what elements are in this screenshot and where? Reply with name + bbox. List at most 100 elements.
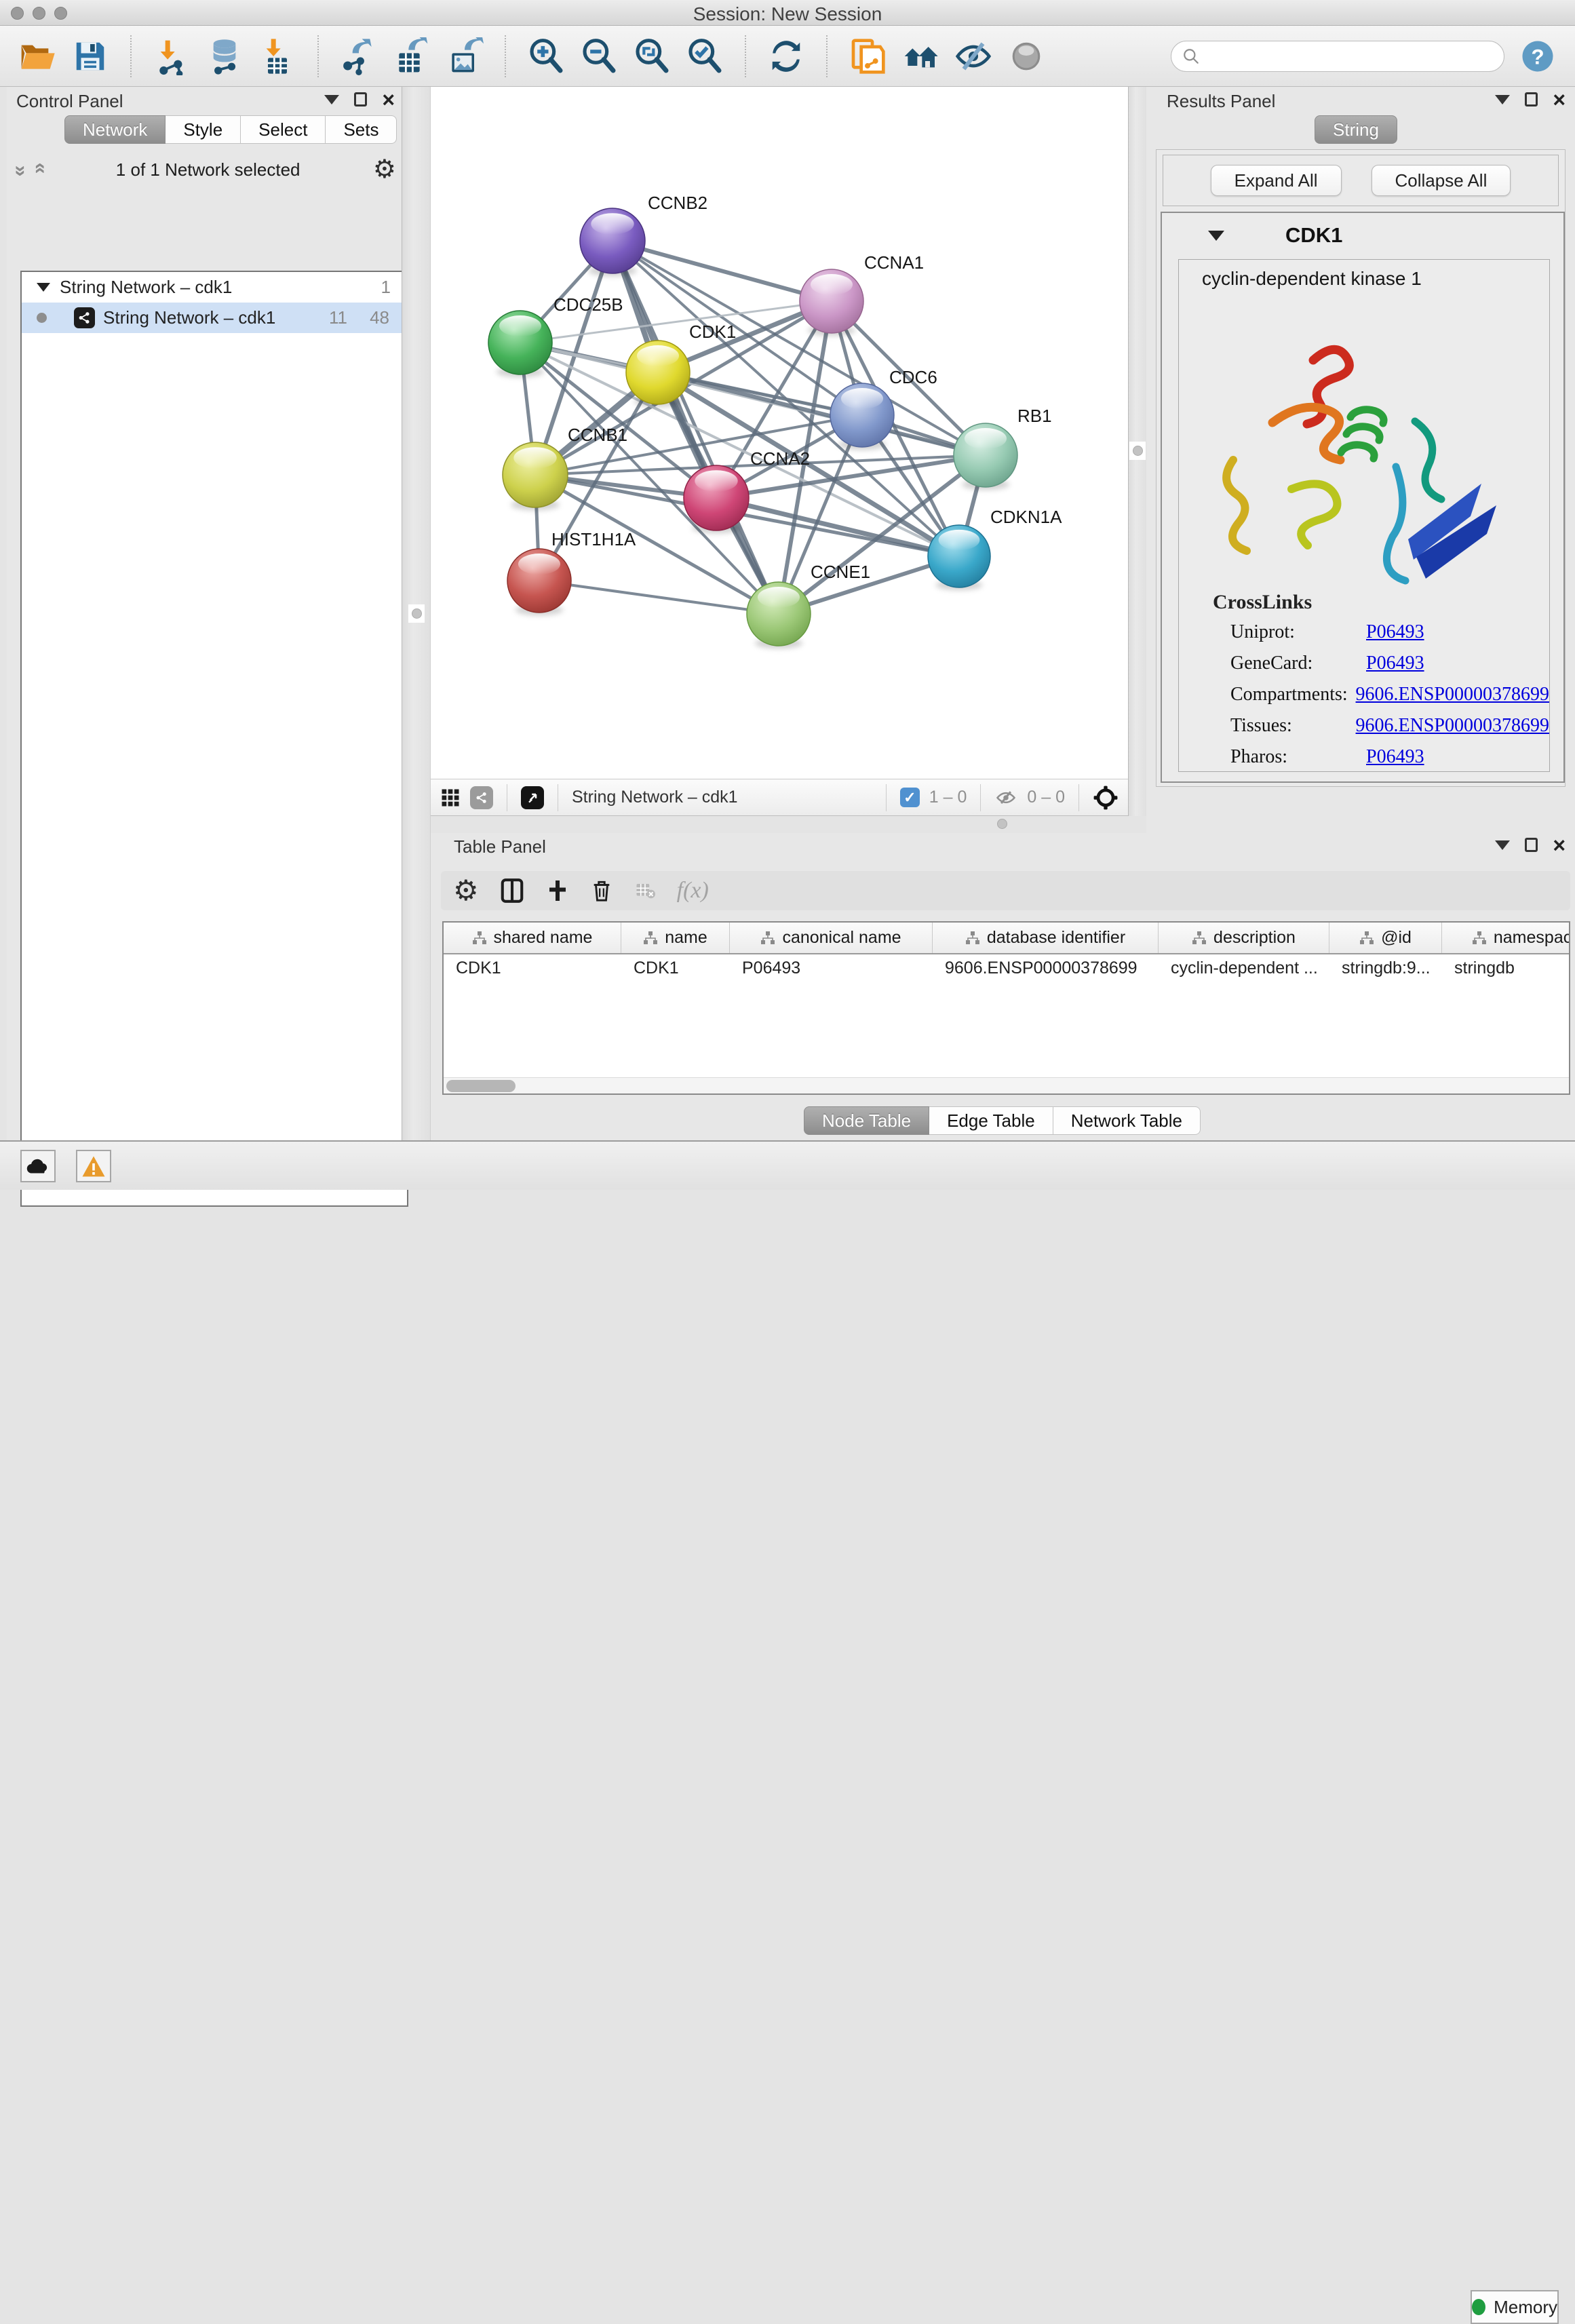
tab-sets[interactable]: Sets xyxy=(326,115,397,144)
table-options-gear-icon[interactable]: ⚙ xyxy=(453,876,479,905)
memory-button[interactable]: Memory xyxy=(1471,2290,1559,2324)
zoom-out-button[interactable] xyxy=(579,37,619,76)
network-node[interactable] xyxy=(954,423,1017,490)
help-button[interactable]: ? xyxy=(1518,37,1557,76)
crosslink-link[interactable]: P06493 xyxy=(1366,621,1424,643)
import-network-from-database-button[interactable] xyxy=(205,37,244,76)
results-panel-close-icon[interactable]: × xyxy=(1553,93,1566,106)
network-canvas[interactable]: CCNB2CCNA1CDC25BCDK1CDC6RB1CCNB1CCNA2CDK… xyxy=(431,87,1128,779)
tab-style[interactable]: Style xyxy=(166,115,241,144)
network-node[interactable] xyxy=(507,549,571,615)
search-input[interactable] xyxy=(1207,47,1493,66)
tab-edge-table[interactable]: Edge Table xyxy=(929,1106,1053,1135)
network-node[interactable] xyxy=(830,383,894,450)
zoom-fit-button[interactable] xyxy=(632,37,672,76)
crosslink-link[interactable]: P06493 xyxy=(1366,653,1424,674)
hide-panel-button[interactable] xyxy=(954,37,993,76)
export-network-button[interactable] xyxy=(339,37,378,76)
table-cell[interactable]: cyclin-dependent ... xyxy=(1159,958,1329,978)
left-splitter-handle[interactable] xyxy=(408,604,425,623)
control-panel-menu-icon[interactable] xyxy=(324,95,339,104)
column-header[interactable]: canonical name xyxy=(730,923,933,953)
network-node[interactable] xyxy=(800,269,863,336)
cloud-status-button[interactable] xyxy=(20,1150,56,1182)
table-panel-menu-icon[interactable] xyxy=(1495,840,1510,850)
right-splitter[interactable] xyxy=(1128,87,1146,816)
scrollbar-thumb[interactable] xyxy=(446,1080,516,1092)
grid-view-icon[interactable] xyxy=(440,788,461,808)
control-panel-close-icon[interactable]: × xyxy=(382,93,395,106)
column-header[interactable]: database identifier xyxy=(933,923,1159,953)
network-style-icon[interactable] xyxy=(470,786,493,809)
export-table-button[interactable] xyxy=(392,37,431,76)
expand-all-button[interactable]: Expand All xyxy=(1211,165,1342,196)
network-node[interactable] xyxy=(626,341,690,407)
crosslink-label: Tissues: xyxy=(1230,715,1356,737)
tab-string[interactable]: String xyxy=(1315,115,1397,144)
expand-all-networks-icon[interactable]: » xyxy=(27,166,50,174)
fit-content-crosshair-icon[interactable] xyxy=(1093,785,1119,811)
table-cell[interactable]: CDK1 xyxy=(444,958,621,978)
network-node[interactable] xyxy=(747,582,811,648)
table-cell[interactable]: 9606.ENSP00000378699 xyxy=(933,958,1159,978)
network-row-label: String Network – cdk1 xyxy=(103,307,275,328)
birds-eye-view-icon[interactable] xyxy=(521,786,544,809)
table-row[interactable]: CDK1CDK1P064939606.ENSP00000378699cyclin… xyxy=(444,954,1569,982)
zoom-in-button[interactable] xyxy=(526,37,566,76)
column-header[interactable]: shared name xyxy=(444,923,621,953)
column-header[interactable]: name xyxy=(621,923,730,953)
network-edge[interactable] xyxy=(539,581,779,614)
tab-network[interactable]: Network xyxy=(64,115,166,144)
column-header[interactable]: description xyxy=(1159,923,1329,953)
table-cell[interactable]: P06493 xyxy=(730,958,933,978)
table-cell[interactable]: stringdb xyxy=(1442,958,1570,978)
open-session-button[interactable] xyxy=(18,37,57,76)
results-panel-float-icon[interactable] xyxy=(1525,92,1538,106)
table-panel-float-icon[interactable] xyxy=(1525,838,1538,852)
add-column-icon[interactable] xyxy=(545,878,570,903)
tab-node-table[interactable]: Node Table xyxy=(804,1106,929,1135)
warnings-button[interactable] xyxy=(76,1150,111,1182)
crosslink-link[interactable]: P06493 xyxy=(1366,746,1424,768)
network-node[interactable] xyxy=(503,442,568,510)
table-cell[interactable]: stringdb:9... xyxy=(1329,958,1442,978)
results-panel-menu-icon[interactable] xyxy=(1495,95,1510,104)
refresh-layout-button[interactable] xyxy=(766,37,806,76)
node-table[interactable]: shared namenamecanonical namedatabase id… xyxy=(442,921,1570,1095)
control-panel-tabs: Network Style Select Sets xyxy=(64,115,397,144)
gene-collapse-icon[interactable] xyxy=(1208,231,1224,241)
right-splitter-handle[interactable] xyxy=(1129,442,1146,460)
tab-select[interactable]: Select xyxy=(241,115,326,144)
sphere-toggle-button[interactable] xyxy=(1007,37,1046,76)
import-table-button[interactable] xyxy=(258,37,297,76)
column-header[interactable]: @id xyxy=(1329,923,1442,953)
zoom-selected-button[interactable] xyxy=(685,37,724,76)
table-cell[interactable]: CDK1 xyxy=(621,958,730,978)
tab-network-table[interactable]: Network Table xyxy=(1053,1106,1201,1135)
delete-column-trash-icon[interactable] xyxy=(590,878,613,904)
column-header[interactable]: namespace xyxy=(1442,923,1570,953)
table-panel-close-icon[interactable]: × xyxy=(1553,838,1566,852)
collapse-all-button[interactable]: Collapse All xyxy=(1372,165,1511,196)
bottom-splitter-handle[interactable] xyxy=(997,819,1007,829)
show-columns-icon[interactable] xyxy=(499,877,525,904)
left-splitter[interactable] xyxy=(402,87,431,1140)
home-button[interactable] xyxy=(901,37,940,76)
network-edge[interactable] xyxy=(716,498,959,556)
network-options-gear-icon[interactable]: ⚙ xyxy=(373,157,396,182)
network-snapshot-button[interactable] xyxy=(848,37,887,76)
crosslink-link[interactable]: 9606.ENSP00000378699 xyxy=(1356,684,1549,705)
import-network-button[interactable] xyxy=(152,37,191,76)
collection-expand-icon[interactable] xyxy=(37,283,50,292)
table-horizontal-scrollbar[interactable] xyxy=(444,1077,1569,1093)
save-session-button[interactable] xyxy=(71,37,110,76)
network-node[interactable] xyxy=(928,525,990,590)
node-label: CCNB1 xyxy=(568,425,627,445)
export-image-button[interactable] xyxy=(445,37,484,76)
selected-checkbox-icon[interactable]: ✓ xyxy=(900,788,920,807)
network-row-selected[interactable]: String Network – cdk1 11 48 xyxy=(22,303,407,333)
network-collection-row[interactable]: String Network – cdk1 1 xyxy=(22,272,407,303)
crosslink-link[interactable]: 9606.ENSP00000378699 xyxy=(1356,715,1549,737)
hidden-eye-slash-icon[interactable] xyxy=(994,788,1017,808)
control-panel-float-icon[interactable] xyxy=(354,92,367,106)
